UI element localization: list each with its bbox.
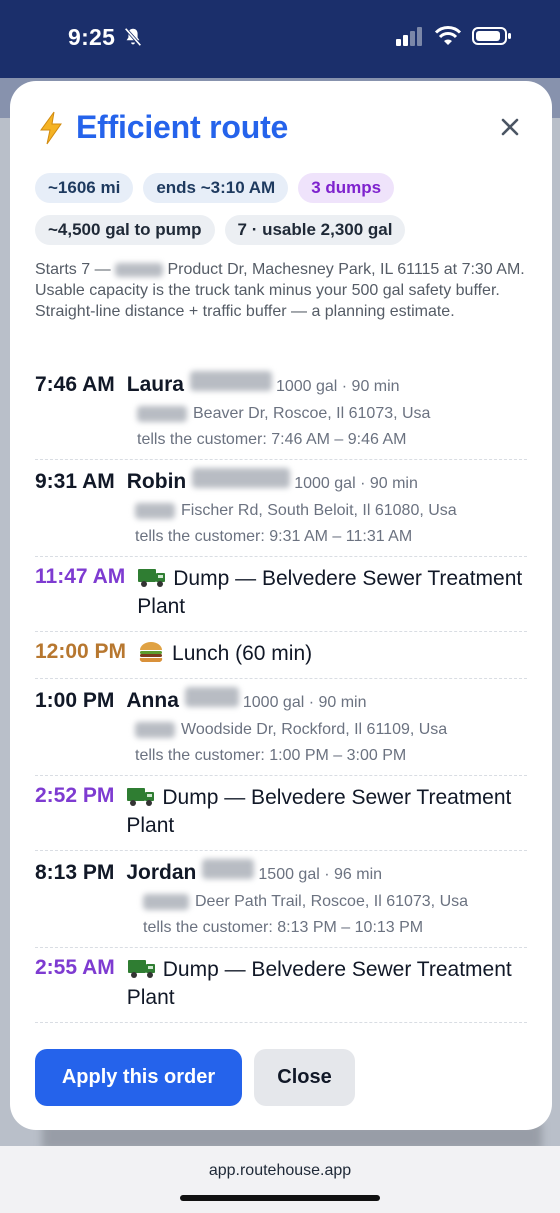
redacted-text — [189, 371, 272, 391]
customer-name: Jordan — [126, 861, 197, 884]
dump-label: Dump — Belvedere Sewer Treatment Plant — [126, 786, 512, 837]
stop-time: 7:46 AM — [35, 373, 115, 396]
cellular-icon — [396, 27, 422, 46]
stop-meta: 1500 gal · 96 min — [258, 866, 383, 883]
browser-url-bar[interactable]: app.routehouse.app — [0, 1146, 560, 1213]
stop-item[interactable]: 9:31 AM Robin 1000 gal · 90 min Fischer … — [35, 460, 527, 557]
dump-time: 2:55 AM — [35, 956, 115, 979]
route-modal: Efficient route ~1606 mi ends ~3:10 AM 3… — [10, 81, 552, 1130]
modal-title-text: Efficient route — [76, 109, 289, 145]
stop-item[interactable]: 1:00 PM Anna 1000 gal · 90 min Woodside … — [35, 679, 527, 776]
dump-item[interactable]: 11:47 AM Dump — Belvedere Sewer Treatmen… — [35, 557, 527, 632]
dump-time: 2:52 PM — [35, 784, 115, 807]
customer-window: tells the customer: 7:46 AM – 9:46 AM — [137, 431, 407, 448]
route-description: Starts 7 — Product Dr, Machesney Park, I… — [35, 261, 525, 320]
lunch-label: Lunch (60 min) — [172, 642, 313, 665]
lightning-icon — [40, 111, 62, 144]
dump-item[interactable]: 2:55 AM Dump — Belvedere Sewer Treatment… — [35, 948, 527, 1023]
customer-window: tells the customer: 8:13 PM – 10:13 PM — [143, 919, 424, 936]
close-button[interactable]: Close — [254, 1049, 355, 1106]
distance-chip: ~1606 mi — [35, 173, 134, 203]
summary-chips: ~1606 mi ends ~3:10 AM 3 dumps ~4,500 ga… — [35, 173, 535, 257]
wifi-icon — [434, 26, 462, 45]
dump-item[interactable]: 2:52 PM Dump — Belvedere Sewer Treatment… — [35, 776, 527, 851]
redacted-text — [135, 722, 175, 738]
lunch-item[interactable]: 12:00 PM Lunch (60 min) — [35, 632, 527, 679]
customer-name: Robin — [126, 470, 187, 493]
customer-name: Anna — [126, 689, 179, 712]
stop-item[interactable]: 7:46 AM Laura 1000 gal · 90 min Beaver D… — [35, 363, 527, 460]
stop-item[interactable]: 8:13 PM Jordan 1500 gal · 96 min Deer Pa… — [35, 851, 527, 948]
burger-icon — [139, 642, 163, 663]
capacity-chip: 7 · usable 2,300 gal — [224, 215, 406, 245]
redacted-text — [192, 468, 291, 488]
redacted-text — [137, 406, 187, 422]
end-time-chip: ends ~3:10 AM — [143, 173, 289, 203]
battery-icon — [472, 27, 511, 45]
stop-meta: 1000 gal · 90 min — [275, 378, 400, 395]
pump-volume-chip: ~4,500 gal to pump — [35, 215, 215, 245]
stop-address: Fischer Rd, South Beloit, Il 61080, Usa — [181, 502, 457, 519]
dump-label: Dump — Belvedere Sewer Treatment Plant — [126, 958, 512, 1009]
close-icon[interactable] — [498, 115, 522, 139]
status-time: 9:25 — [68, 24, 116, 50]
dump-time: 11:47 AM — [35, 565, 126, 588]
modal-title: Efficient route — [38, 109, 288, 146]
truck-icon — [127, 788, 155, 806]
home-indicator[interactable] — [180, 1195, 380, 1201]
stop-time: 9:31 AM — [35, 470, 115, 493]
stop-meta: 1000 gal · 90 min — [294, 475, 418, 492]
redacted-text — [115, 262, 164, 277]
stop-time: 8:13 PM — [35, 861, 115, 884]
redacted-text — [184, 687, 239, 707]
stop-meta: 1000 gal · 90 min — [242, 694, 367, 711]
customer-name: Laura — [126, 373, 184, 396]
customer-window: tells the customer: 1:00 PM – 3:00 PM — [135, 747, 407, 764]
redacted-text — [143, 894, 189, 910]
truck-icon — [138, 569, 166, 587]
customer-window: tells the customer: 9:31 AM – 11:31 AM — [135, 528, 413, 545]
dumps-chip: 3 dumps — [298, 173, 395, 203]
truck-icon — [127, 960, 155, 978]
stop-address: Woodside Dr, Rockford, Il 61109, Usa — [181, 721, 448, 738]
stop-address: Beaver Dr, Roscoe, Il 61073, Usa — [193, 405, 431, 422]
status-bar: 9:25 — [0, 0, 560, 78]
redacted-text — [202, 859, 255, 879]
stop-time: 1:00 PM — [35, 689, 115, 712]
url-text[interactable]: app.routehouse.app — [0, 1162, 560, 1180]
dump-label: Dump — Belvedere Sewer Treatment Plant — [137, 567, 523, 618]
apply-order-button[interactable]: Apply this order — [35, 1049, 242, 1106]
modal-actions: Apply this order Close — [35, 1049, 355, 1106]
stop-list: 7:46 AM Laura 1000 gal · 90 min Beaver D… — [35, 363, 527, 1023]
stop-address: Deer Path Trail, Roscoe, Il 61073, Usa — [195, 893, 469, 910]
bell-slash-icon — [124, 27, 142, 47]
lunch-time: 12:00 PM — [35, 640, 127, 663]
redacted-text — [135, 503, 175, 519]
